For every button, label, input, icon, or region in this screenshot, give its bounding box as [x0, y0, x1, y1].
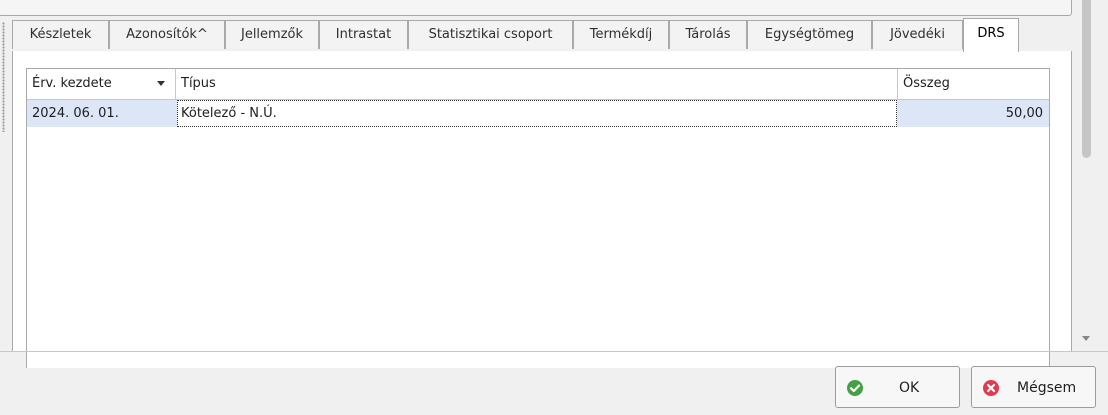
- scroll-down-arrow-icon[interactable]: [1082, 336, 1090, 341]
- cell-tipus[interactable]: Kötelező - N.Ú.: [177, 100, 897, 127]
- drs-grid: Érv. kezdete Típus Összeg 2024. 06. 01. …: [26, 68, 1050, 368]
- column-header-osszeg[interactable]: Összeg: [898, 69, 1049, 99]
- tab-jellemzok[interactable]: Jellemzők: [225, 20, 319, 49]
- grid-header: Érv. kezdete Típus Összeg: [27, 69, 1049, 100]
- tab-statisztikai-csoport[interactable]: Statisztikai csoport: [408, 20, 573, 49]
- table-row[interactable]: 2024. 06. 01. Kötelező - N.Ú. 50,00: [27, 100, 1049, 127]
- x-circle-icon: [983, 380, 999, 396]
- tab-intrastat[interactable]: Intrastat: [319, 20, 408, 49]
- cell-osszeg[interactable]: 50,00: [898, 100, 1049, 127]
- tab-keszletek[interactable]: Készletek: [12, 20, 109, 49]
- tab-azonositok[interactable]: Azonosítók^: [109, 20, 225, 49]
- cancel-button[interactable]: Mégsem: [971, 366, 1096, 408]
- cell-erv-kezdete[interactable]: 2024. 06. 01.: [27, 100, 176, 127]
- tab-tarolas[interactable]: Tárolás: [669, 20, 747, 49]
- splitter-grip[interactable]: [2, 22, 5, 132]
- ok-button[interactable]: OK: [835, 366, 960, 408]
- tab-termekdij[interactable]: Termékdíj: [573, 20, 669, 49]
- tab-drs[interactable]: DRS: [963, 18, 1019, 52]
- column-header-label: Érv. kezdete: [32, 76, 112, 91]
- column-header-erv-kezdete[interactable]: Érv. kezdete: [27, 69, 176, 99]
- tab-strip: Készletek Azonosítók^ Jellemzők Intrasta…: [12, 18, 1070, 52]
- top-panel: [0, 0, 1072, 16]
- column-header-tipus[interactable]: Típus: [176, 69, 898, 99]
- scrollbar-thumb[interactable]: [1082, 0, 1091, 158]
- tab-egysegtomeg[interactable]: Egységtömeg: [747, 20, 872, 49]
- ok-button-label: OK: [899, 380, 920, 396]
- sort-descending-icon: [157, 81, 165, 86]
- vertical-scrollbar[interactable]: [1077, 0, 1096, 352]
- cancel-button-label: Mégsem: [1017, 380, 1077, 396]
- check-circle-icon: [847, 380, 863, 396]
- footer-divider: [0, 351, 1108, 352]
- tab-jovedeki[interactable]: Jövedéki: [872, 20, 963, 49]
